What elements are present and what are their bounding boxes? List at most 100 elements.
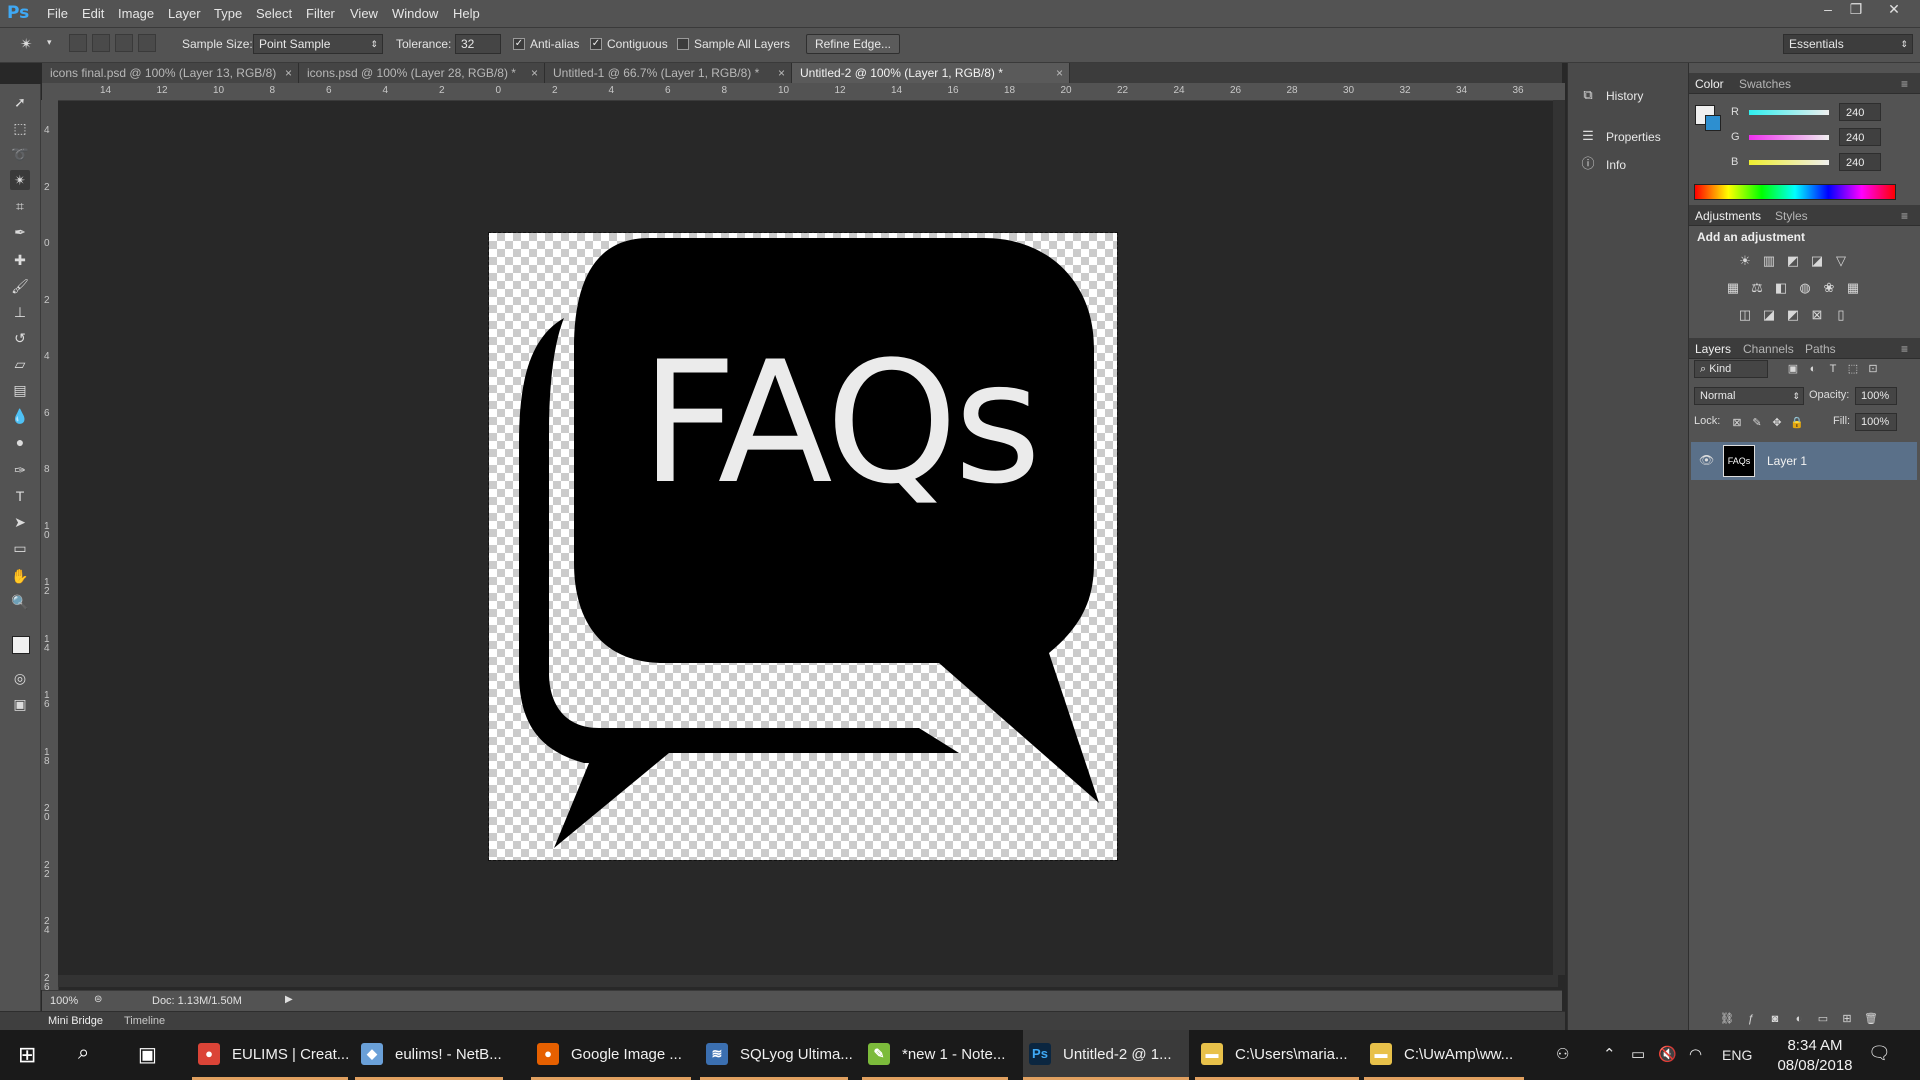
sample-size-select[interactable]: Point Sample ⇕ bbox=[253, 34, 383, 54]
blue-slider-track[interactable] bbox=[1749, 160, 1829, 165]
crop-tool-icon[interactable]: ⌗ bbox=[10, 196, 30, 216]
tab-layers[interactable]: Layers bbox=[1695, 342, 1731, 356]
anti-alias-checkbox[interactable]: ✓ bbox=[513, 38, 525, 50]
close-icon[interactable]: × bbox=[1056, 63, 1063, 83]
move-tool-icon[interactable]: ➚ bbox=[10, 92, 30, 112]
hand-tool-icon[interactable]: ✋ bbox=[10, 566, 30, 586]
zoom-level[interactable]: 100% bbox=[50, 995, 78, 1007]
red-slider-track[interactable] bbox=[1749, 110, 1829, 115]
minimize-button[interactable]: – bbox=[1815, 0, 1841, 18]
hue-saturation-icon[interactable]: ▦ bbox=[1725, 280, 1741, 296]
lock-pixels-icon[interactable]: ✎ bbox=[1749, 415, 1765, 431]
menu-select[interactable]: Select bbox=[256, 6, 292, 21]
subtract-selection-mode-button[interactable] bbox=[115, 34, 133, 52]
brush-tool-icon[interactable]: 🖌 bbox=[10, 276, 30, 296]
taskbar-app-button[interactable]: ▬ C:\UwAmp\ww... bbox=[1364, 1030, 1524, 1080]
tab-icons-final[interactable]: icons final.psd @ 100% (Layer 13, RGB/8)… bbox=[42, 63, 299, 83]
visibility-eye-icon[interactable]: 👁 bbox=[1699, 453, 1714, 467]
tab-styles[interactable]: Styles bbox=[1775, 209, 1808, 223]
add-selection-mode-button[interactable] bbox=[92, 34, 110, 52]
healing-brush-tool-icon[interactable]: ✚ bbox=[10, 250, 30, 270]
vertical-scrollbar[interactable] bbox=[1553, 100, 1565, 975]
zoom-tool-icon[interactable]: 🔍 bbox=[10, 592, 30, 612]
pixel-filter-icon[interactable]: ▣ bbox=[1785, 361, 1801, 377]
taskbar-app-button[interactable]: ◆ eulims! - NetB... bbox=[355, 1030, 503, 1080]
magic-wand-icon[interactable]: ✴ bbox=[20, 35, 33, 53]
green-slider[interactable]: G 240 bbox=[1689, 127, 1920, 149]
language-indicator[interactable]: ENG bbox=[1722, 1047, 1752, 1063]
color-spectrum-ramp[interactable] bbox=[1694, 184, 1896, 200]
menu-file[interactable]: File bbox=[47, 6, 68, 21]
eyedropper-tool-icon[interactable]: ✒ bbox=[10, 222, 30, 242]
red-value-input[interactable]: 240 bbox=[1839, 103, 1881, 121]
add-mask-icon[interactable]: ◙ bbox=[1767, 1011, 1783, 1027]
opacity-input[interactable]: 100% bbox=[1855, 387, 1897, 405]
lock-all-icon[interactable]: 🔒 bbox=[1789, 415, 1805, 431]
fx-icon[interactable]: ƒ bbox=[1743, 1011, 1759, 1027]
lock-transparent-icon[interactable]: ⊠ bbox=[1729, 415, 1745, 431]
rectangle-tool-icon[interactable]: ▭ bbox=[10, 538, 30, 558]
clone-stamp-tool-icon[interactable]: ⊥ bbox=[10, 302, 30, 322]
close-button[interactable]: ✕ bbox=[1881, 0, 1907, 18]
brightness-icon[interactable]: ☀ bbox=[1737, 253, 1753, 269]
new-adjustment-layer-icon[interactable]: ◐ bbox=[1791, 1011, 1807, 1027]
history-panel-button[interactable]: ⧉ History bbox=[1568, 83, 1686, 109]
taskbar-app-button[interactable]: ● EULIMS | Creat... bbox=[192, 1030, 349, 1080]
contiguous-checkbox[interactable]: ✓ bbox=[590, 38, 602, 50]
blue-slider[interactable]: B 240 bbox=[1689, 152, 1920, 174]
curves-icon[interactable]: ◩ bbox=[1785, 253, 1801, 269]
close-icon[interactable]: × bbox=[531, 63, 538, 83]
layer-name[interactable]: Layer 1 bbox=[1767, 454, 1807, 468]
blur-tool-icon[interactable]: 💧 bbox=[10, 406, 30, 426]
refine-edge-button[interactable]: Refine Edge... bbox=[806, 34, 900, 54]
close-icon[interactable]: × bbox=[778, 63, 785, 83]
taskbar-app-button[interactable]: Ps Untitled-2 @ 1... bbox=[1023, 1030, 1189, 1080]
clock-time[interactable]: 8:34 AM bbox=[1775, 1037, 1855, 1054]
blend-mode-select[interactable]: Normal ⇕ bbox=[1694, 387, 1804, 405]
horizontal-scrollbar[interactable] bbox=[58, 975, 1558, 987]
tool-preset-dropdown-icon[interactable]: ▾ bbox=[47, 37, 52, 48]
color-balance-icon[interactable]: ⚖ bbox=[1749, 280, 1765, 296]
lasso-tool-icon[interactable]: ➰ bbox=[10, 144, 30, 164]
type-tool-icon[interactable]: T bbox=[10, 486, 30, 506]
windows-start-icon[interactable]: ⊞ bbox=[18, 1042, 36, 1068]
new-selection-mode-button[interactable] bbox=[69, 34, 87, 52]
layer-kind-filter[interactable]: ⌕ Kind bbox=[1694, 360, 1768, 378]
restore-button[interactable]: ❐ bbox=[1843, 0, 1869, 18]
photo-filter-icon[interactable]: ◍ bbox=[1797, 280, 1813, 296]
taskbar-app-button[interactable]: ✎ *new 1 - Note... bbox=[862, 1030, 1008, 1080]
fill-input[interactable]: 100% bbox=[1855, 413, 1897, 431]
volume-muted-icon[interactable]: 🔇 bbox=[1658, 1045, 1677, 1063]
pen-tool-icon[interactable]: ✑ bbox=[10, 460, 30, 480]
menu-help[interactable]: Help bbox=[453, 6, 480, 21]
magic-wand-tool-icon[interactable]: ✴ bbox=[10, 170, 30, 190]
task-view-icon[interactable]: ▣ bbox=[138, 1042, 157, 1067]
layer-row[interactable]: 👁 FAQs Layer 1 bbox=[1691, 442, 1917, 480]
notifications-icon[interactable]: 🗨 bbox=[1868, 1043, 1891, 1064]
tab-untitled-2[interactable]: Untitled-2 @ 100% (Layer 1, RGB/8) * × bbox=[792, 63, 1070, 83]
sample-all-layers-checkbox[interactable] bbox=[677, 38, 689, 50]
levels-icon[interactable]: ▥ bbox=[1761, 253, 1777, 269]
workspace-select[interactable]: Essentials ⇕ bbox=[1783, 34, 1913, 54]
show-hidden-icons-icon[interactable]: ⌃ bbox=[1603, 1045, 1616, 1063]
status-menu-arrow-icon[interactable]: ▶ bbox=[285, 994, 293, 1005]
selective-color-icon[interactable]: ⊠ bbox=[1809, 307, 1825, 323]
blue-value-input[interactable]: 240 bbox=[1839, 153, 1881, 171]
taskbar-app-button[interactable]: ▬ C:\Users\maria... bbox=[1195, 1030, 1359, 1080]
taskbar-app-button[interactable]: ≋ SQLyog Ultima... bbox=[700, 1030, 853, 1080]
green-value-input[interactable]: 240 bbox=[1839, 128, 1881, 146]
green-slider-track[interactable] bbox=[1749, 135, 1829, 140]
black-white-icon[interactable]: ◧ bbox=[1773, 280, 1789, 296]
invert-icon[interactable]: ◫ bbox=[1737, 307, 1753, 323]
panel-menu-icon[interactable]: ≡ bbox=[1901, 77, 1908, 91]
search-icon[interactable]: ⌕ bbox=[78, 1042, 89, 1065]
dodge-tool-icon[interactable]: ● bbox=[10, 432, 30, 452]
menu-filter[interactable]: Filter bbox=[306, 6, 335, 21]
intersect-selection-mode-button[interactable] bbox=[138, 34, 156, 52]
eraser-tool-icon[interactable]: ▱ bbox=[10, 354, 30, 374]
people-icon[interactable]: ⚇ bbox=[1556, 1045, 1569, 1063]
taskbar-app-button[interactable]: ● Google Image ... bbox=[531, 1030, 691, 1080]
foreground-color-swatch[interactable] bbox=[12, 636, 30, 654]
wifi-icon[interactable]: ◠ bbox=[1689, 1045, 1702, 1063]
tab-swatches[interactable]: Swatches bbox=[1739, 77, 1791, 91]
